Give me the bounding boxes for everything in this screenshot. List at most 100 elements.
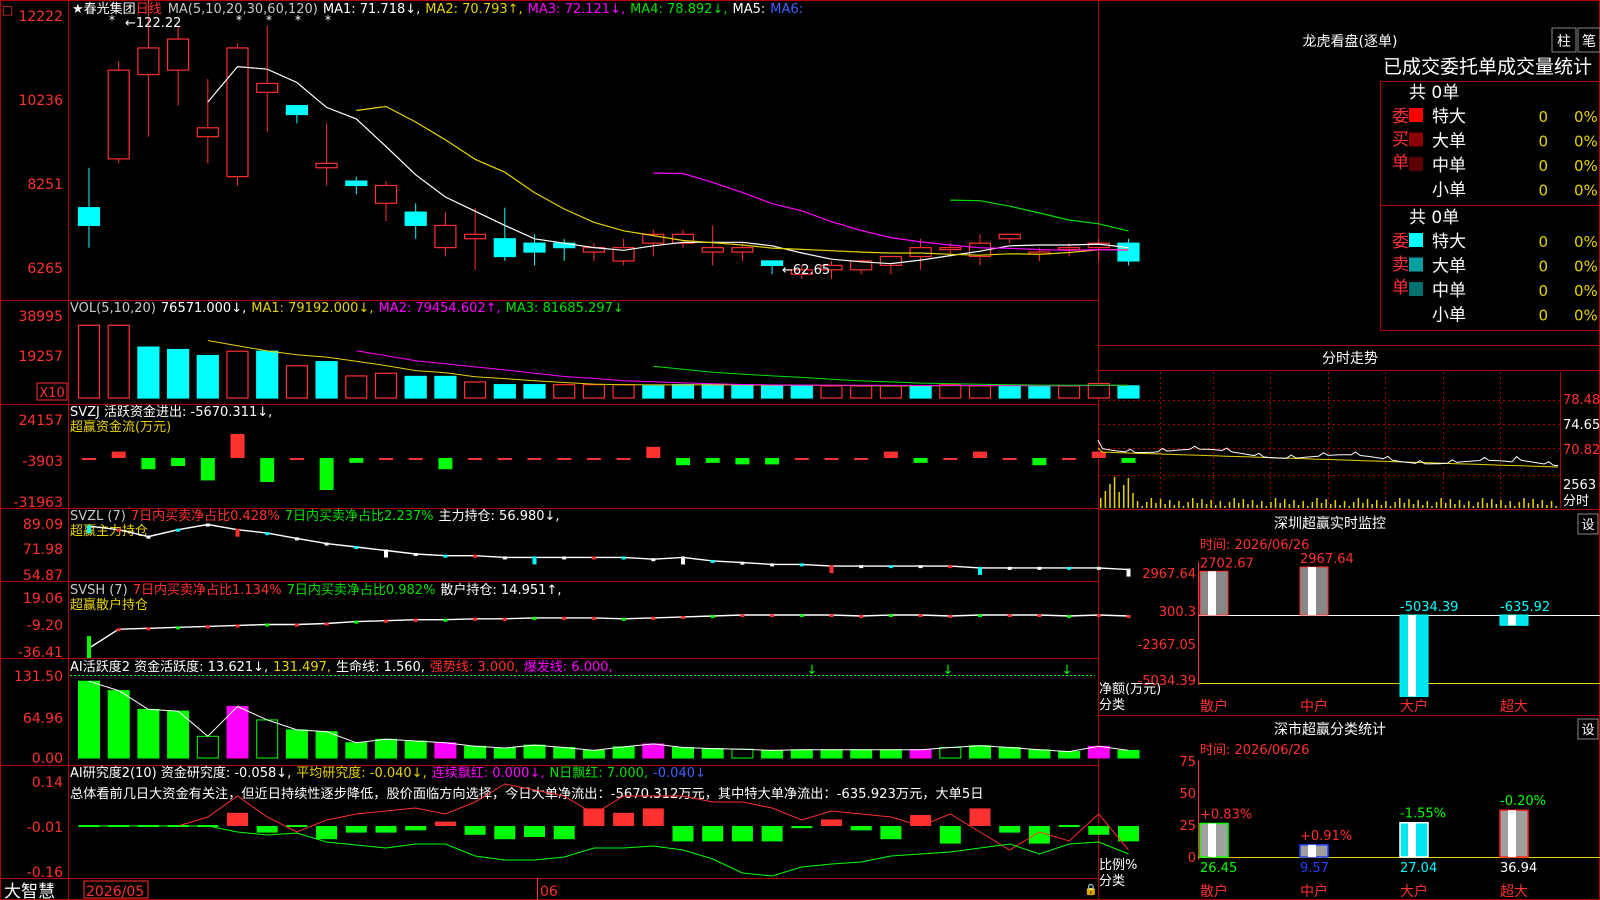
volume-bar <box>315 361 338 399</box>
svzj-bar <box>141 458 156 470</box>
svsh-tick <box>859 614 864 618</box>
intraday-volume-bar <box>1546 505 1548 508</box>
svzj-bar <box>883 451 898 458</box>
monitor-bars: 2702.67 散户 2967.64 中户 -5034.39 大户 -635.92 超大 <box>1198 552 1600 715</box>
candle-body <box>345 180 368 187</box>
classify-category-label: 大户 <box>1400 883 1428 900</box>
ai-active-bar <box>553 746 576 759</box>
classify-value-label: 9.57 <box>1300 861 1329 876</box>
ai-active-bar <box>879 749 902 759</box>
volume-bar <box>968 385 992 399</box>
monitor-bar-highlight <box>1208 571 1216 615</box>
svzl-header-item: SVZL (7) <box>70 509 126 524</box>
svzj-bar <box>349 458 364 463</box>
order-pct: 0% <box>1574 307 1598 325</box>
ai-active-bar <box>78 680 100 759</box>
svsh-tick <box>562 616 567 620</box>
svsh-tick <box>948 614 953 618</box>
svzl-tick <box>799 563 804 567</box>
intraday-volume-bar <box>1403 503 1406 508</box>
ai-active-header-item: 生命线: 1.560, <box>336 659 425 675</box>
order-pct: 0% <box>1574 233 1598 251</box>
svsh-header-item: 7日内买卖净占比0.982% <box>287 582 436 598</box>
svzj-bar <box>260 458 275 482</box>
ai-active-bar <box>850 749 873 759</box>
ai-research-bar <box>910 815 932 826</box>
candle-body <box>464 233 487 240</box>
corner-icon[interactable]: □ <box>2 3 13 17</box>
candle-body <box>731 247 754 253</box>
intraday-axis: 78.48 74.65 70.82 2563 分时 <box>1563 393 1600 509</box>
classify-axis: 75 50 25 0 <box>1179 755 1196 866</box>
ai-research-tick: 0.14 <box>32 775 63 791</box>
svzj-bar <box>943 458 958 460</box>
svzj-header: SVZJ 活跃资金进出: -5670.311↓, <box>70 404 272 420</box>
price-header-item: MA6: <box>770 2 803 17</box>
low-annotation: ←62.65 <box>782 263 830 278</box>
ai-research-bar <box>316 826 338 840</box>
monitor-tick: -2367.05 <box>1138 638 1196 653</box>
intraday-volume-bar <box>1279 503 1281 508</box>
svzj-bar <box>379 458 393 460</box>
svsh-line <box>87 614 1131 659</box>
svzj-axis: 24157 -3903 -31963 <box>13 413 63 511</box>
candle-body <box>256 82 279 93</box>
svzj-bar <box>468 458 483 460</box>
svsh-tick <box>1007 614 1012 618</box>
svzj-bar <box>111 451 126 458</box>
intraday-volume-bar <box>1104 491 1107 508</box>
net-label: 净额(万元) <box>1099 682 1161 697</box>
order-count: 0 <box>1538 282 1548 300</box>
svzj-bar <box>735 458 750 465</box>
ma-line-20 <box>653 172 1129 251</box>
intraday-volume-bar <box>1343 501 1346 508</box>
intraday-volume-bar <box>1366 499 1369 508</box>
svzj-bar <box>705 458 720 463</box>
intraday-volume-bar <box>1550 501 1553 508</box>
price-tick: 6265 <box>27 261 63 277</box>
ai-research-bar <box>1118 826 1139 842</box>
ai-research-bar <box>405 826 427 831</box>
ai-active-bar <box>761 749 784 759</box>
intraday-volume-bar <box>1297 505 1300 508</box>
monitor-tick: 300.3 <box>1159 605 1196 620</box>
order-pct: 0% <box>1574 108 1598 126</box>
classify-bar-highlight <box>1308 844 1316 857</box>
svzl-tick <box>829 565 834 574</box>
buy-total: 共 0单 <box>1409 83 1459 103</box>
svzl-tick <box>1096 566 1101 570</box>
svzl-tick <box>146 535 151 539</box>
ai-research-bar <box>969 808 991 826</box>
svzj-bar <box>319 458 334 490</box>
svzj-bar <box>438 458 453 470</box>
volume-bar <box>731 384 754 399</box>
svsh-header-item: SVSH (7) <box>70 583 128 598</box>
ai-research-header-item: -0.040↓ <box>653 766 706 781</box>
ai-active-bar <box>612 746 635 759</box>
svzl-header-item: 7日内买卖净占比0.428% <box>131 508 280 524</box>
ai-research-bar <box>939 826 961 844</box>
svzl-tick <box>532 556 537 565</box>
order-color-swatch <box>1409 108 1423 122</box>
ai-summary-text: 总体看前几日大资金有关注，但近日持续性逐步降低，股价面临方向选择，今日大单净流出… <box>70 785 983 802</box>
lock-icon[interactable]: 🔒 <box>1084 883 1098 896</box>
classify-change-label: -0.20% <box>1500 794 1546 809</box>
svzl-tick <box>116 528 121 532</box>
buy-label-3: 单 <box>1392 153 1409 173</box>
candle-body <box>909 247 932 258</box>
svzj-bar <box>646 446 661 458</box>
order-pct: 0% <box>1574 282 1598 300</box>
intraday-volume-bar <box>1284 499 1286 508</box>
price-header-item: MA3: 72.121↓, <box>528 2 625 17</box>
intraday-volume-bar <box>1251 500 1254 508</box>
svzj-bar <box>765 458 780 465</box>
order-count: 0 <box>1538 157 1548 175</box>
svzj-tick: 24157 <box>18 413 63 429</box>
ai-active-bars: ↓ ↓ ↓ <box>70 663 1140 759</box>
volume-bar <box>345 375 368 399</box>
vol-tick: 38995 <box>18 309 63 325</box>
monitor-value-label: -635.92 <box>1500 600 1550 615</box>
stock-chart-canvas[interactable]: 12222 10236 8251 6265 38995 19257 X10 24… <box>0 0 1600 900</box>
intraday-volume-bar <box>1215 505 1217 508</box>
ai-research-bar <box>1028 826 1050 844</box>
